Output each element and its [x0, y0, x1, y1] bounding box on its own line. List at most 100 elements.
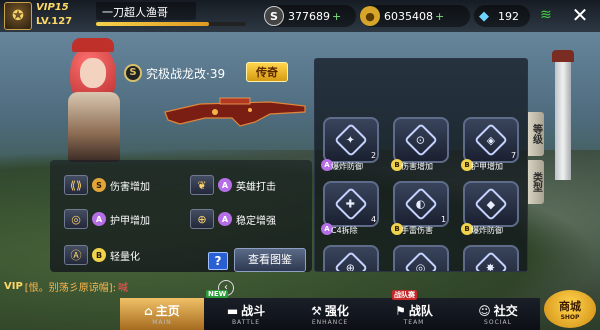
nav-battle[interactable]: NEW ▬ 战斗 BATTLE: [204, 290, 288, 330]
chat-message: [恨。别荡彡原谅帽]:: [24, 282, 116, 294]
part-slot[interactable]: ✸: [459, 243, 521, 272]
nav-team[interactable]: 战队赛 ⚑ 战队 TEAM: [372, 290, 456, 330]
part-slot[interactable]: ✦ A 爆炸防御 2: [319, 115, 381, 175]
part-slot[interactable]: ◈ B 护甲增加 7: [459, 115, 521, 175]
part-slot[interactable]: ✚ A C4拆除 4: [319, 179, 381, 239]
scope-icon: ⊕: [346, 261, 356, 272]
gun-icon: ▬: [226, 303, 239, 318]
part-slot[interactable]: ◎: [389, 243, 451, 272]
exp-fill: [96, 22, 209, 26]
nav-main[interactable]: ⌂ 主页 MAIN: [120, 298, 204, 330]
weapon-name: 究极战龙改·39: [146, 67, 226, 81]
add-gold-icon[interactable]: +: [435, 10, 444, 23]
player-name[interactable]: 一刀超人渔哥: [96, 2, 196, 20]
nav-sub: ENHANCE: [311, 319, 349, 326]
nav-sub: BATTLE: [231, 319, 261, 326]
damage-up-icon: ⊙: [416, 133, 426, 147]
character-portrait: [60, 38, 130, 168]
add-silver-icon[interactable]: +: [332, 10, 341, 23]
tab-level[interactable]: 等级: [528, 112, 544, 156]
part-label: 爆炸防御: [471, 226, 503, 235]
shop-label: 商城: [559, 299, 581, 313]
part-slot[interactable]: ◐ B 手雷伤害 1: [389, 179, 451, 239]
bonus-item[interactable]: ⟪⟫ S 伤害增加: [64, 174, 150, 196]
team-match-badge: 战队赛: [392, 290, 417, 300]
armor-up-icon: ◈: [486, 133, 496, 147]
silver-coin-icon: S: [264, 6, 284, 26]
bonus-item[interactable]: Ⓐ B 轻量化: [64, 244, 140, 266]
diamond-resource[interactable]: ◆ 192: [474, 5, 530, 27]
hammer-icon: ⚒: [311, 303, 322, 318]
tab-type-label: 类型: [530, 172, 542, 192]
grade-icon: A: [218, 212, 232, 226]
nav-sub: MAIN: [152, 319, 172, 326]
bonus-label: 英雄打击: [236, 181, 276, 193]
home-icon: ⌂: [144, 303, 153, 318]
player-level: LV.127: [36, 16, 73, 27]
close-icon[interactable]: ✕: [568, 4, 592, 28]
silver-resource[interactable]: S 377689 +: [264, 5, 356, 27]
grade-icon: B: [92, 248, 106, 262]
explosion-defense-icon: ◆: [486, 197, 496, 211]
exp-bar: [96, 22, 246, 26]
view-gallery-button[interactable]: 查看图鉴: [234, 248, 306, 272]
nav-label: 强化: [324, 304, 349, 318]
part-slot[interactable]: ◆ B 爆炸防御: [459, 179, 521, 239]
nav-label: 社交: [493, 304, 518, 318]
bonus-label: 轻量化: [110, 251, 140, 263]
target-icon: ◎: [416, 261, 426, 272]
grade-icon: A: [218, 178, 232, 192]
bonus-label: 护甲增加: [110, 215, 150, 227]
part-label: C4拆除: [331, 226, 358, 235]
social-icon: ☺: [478, 303, 491, 318]
gold-coin-icon: ●: [360, 6, 380, 26]
part-label: 手雷伤害: [401, 226, 433, 235]
wings-icon: ❦: [190, 175, 214, 195]
part-slot[interactable]: ⊕: [319, 243, 381, 272]
lighthouse-scenery: [552, 50, 574, 180]
weapon-rank-badge: S: [124, 64, 142, 82]
wifi-icon: ≋: [540, 7, 552, 23]
team-icon: ⚑: [395, 303, 406, 318]
part-count: 1: [441, 215, 447, 224]
bonus-item[interactable]: ❦ A 英雄打击: [190, 174, 276, 196]
burst-icon: ✸: [486, 261, 496, 272]
tab-type[interactable]: 类型: [528, 160, 544, 204]
chat-link[interactable]: 喊: [118, 279, 128, 294]
part-slot[interactable]: ⊙ B 伤害增加: [389, 115, 451, 175]
top-bar: ✪ VIP15 LV.127 一刀超人渔哥 S 377689 + ● 60354…: [0, 0, 600, 32]
chat-vip: VIP: [4, 280, 23, 292]
parts-grid: ✦ A 爆炸防御 2 ⊙ B 伤害增加 ◈ B 护甲增加 7 ✚ A C4拆除 …: [314, 58, 528, 272]
bonus-item[interactable]: ◎ A 护甲增加: [64, 208, 150, 230]
explosion-defense-icon: ✦: [346, 133, 356, 147]
c4-defuse-icon: ✚: [346, 197, 356, 211]
help-button[interactable]: ?: [208, 252, 228, 270]
gold-amount: 6035408: [384, 9, 433, 23]
tab-level-label: 等级: [530, 124, 542, 144]
silver-amount: 377689: [288, 9, 330, 23]
nav-social[interactable]: ☺ 社交 SOCIAL: [456, 298, 540, 330]
nav-label: 战队: [408, 304, 433, 318]
bottom-nav: ⌂ 主页 MAIN NEW ▬ 战斗 BATTLE ⚒ 强化 ENHANCE 战队赛 …: [120, 290, 540, 330]
nav-enhance[interactable]: ⚒ 强化 ENHANCE: [288, 298, 372, 330]
part-count: 2: [371, 151, 377, 160]
grade-icon: S: [92, 178, 106, 192]
chat-line[interactable]: VIP [恨。别荡彡原谅帽]: 喊: [0, 278, 240, 294]
diamond-icon: ◆: [479, 8, 489, 24]
bonus-label: 伤害增加: [110, 181, 150, 193]
shop-sub: SHOP: [560, 313, 580, 321]
lightweight-icon: Ⓐ: [64, 245, 88, 265]
gold-resource[interactable]: ● 6035408 +: [360, 5, 470, 27]
nav-sub: SOCIAL: [484, 319, 512, 326]
bonus-item[interactable]: ⊕ A 稳定增强: [190, 208, 276, 230]
part-label: 护甲增加: [471, 162, 503, 171]
flame-icon: ⟪⟫: [64, 175, 88, 195]
shop-button[interactable]: 商城 SHOP: [544, 290, 596, 328]
part-count: 7: [511, 151, 517, 160]
vip-level: VIP15: [36, 2, 69, 13]
part-label: 伤害增加: [401, 162, 433, 171]
grenade-icon: ◐: [416, 197, 426, 211]
diamond-amount: 192: [498, 9, 519, 23]
nav-label: 战斗: [241, 304, 266, 318]
player-avatar[interactable]: ✪: [4, 2, 32, 30]
